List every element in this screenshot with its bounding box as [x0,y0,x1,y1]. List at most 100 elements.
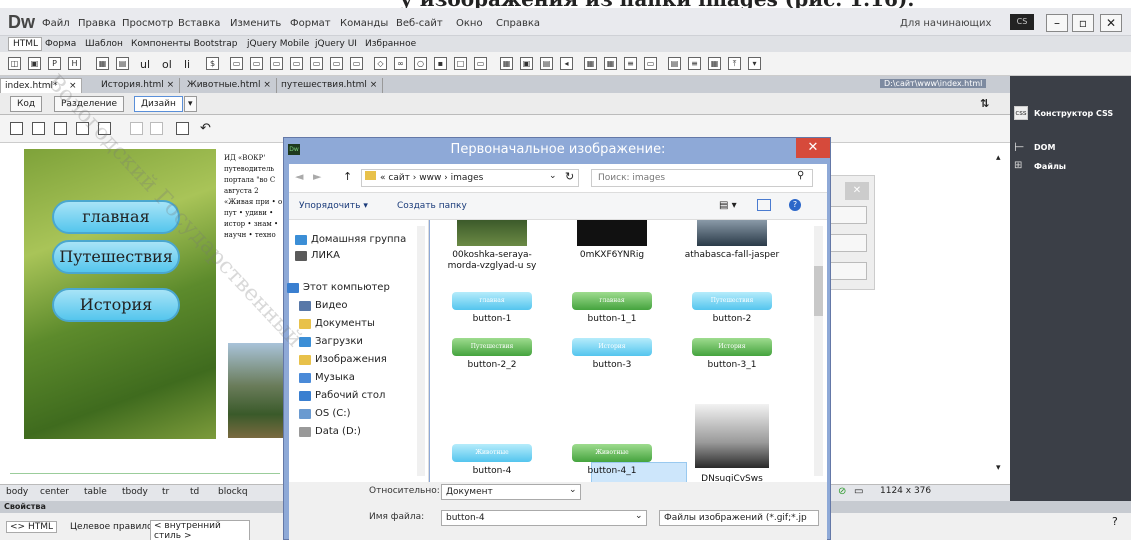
menu-format[interactable]: Формат [290,18,331,29]
panel-dom[interactable]: DOM [1034,143,1055,152]
nav-button-history[interactable]: История [52,288,180,322]
restore-icon[interactable]: ▫ [1072,14,1094,32]
nav-homegroup[interactable]: Домашняя группа [295,234,406,245]
insert-tab-favorites[interactable]: Избранное [362,39,419,49]
back-icon[interactable]: ◄ [295,170,303,183]
file-item[interactable]: 00koshka-seraya-morda-vzglyad-u sy [442,220,542,272]
nav-music[interactable]: Музыка [299,372,355,383]
tag-table[interactable]: table [84,487,107,497]
close-icon[interactable]: ✕ [1100,14,1122,32]
file-item[interactable]: Путешествия button-2 [682,292,782,325]
tag-td[interactable]: td [190,487,199,497]
filename-input[interactable]: button-4 [441,510,647,526]
file-item[interactable]: 0mKXF6YNRig [562,220,662,261]
help-icon[interactable]: ? [1112,515,1118,528]
file-item-selected[interactable]: Животные button-4 [442,444,542,477]
panel-files[interactable]: Файлы [1034,162,1066,171]
paragraph-insert-icon[interactable]: P [48,57,61,70]
nav-insert-icon[interactable]: ▭ [250,57,263,70]
template-insert-icon[interactable]: ≡ [624,57,637,70]
insert-tab-jquery-ui[interactable]: jQuery UI [312,39,360,49]
copy-icon[interactable] [150,122,163,135]
snippet-insert-icon[interactable]: ▭ [644,57,657,70]
insert-tab-template[interactable]: Шаблон [82,39,126,49]
tag-blockquote[interactable]: blockq [218,487,248,497]
flash-insert-icon[interactable]: ▪ [434,57,447,70]
tag-tr[interactable]: tr [162,487,169,497]
new-document-icon[interactable] [10,122,23,135]
tab-close-icon[interactable]: × [167,80,175,90]
scroll-up-icon[interactable]: ▴ [996,153,1001,163]
tag-tbody[interactable]: tbody [122,487,148,497]
dialog-close-icon[interactable]: ✕ [796,138,830,158]
tab-close-icon[interactable]: × [370,80,378,90]
article-insert-icon[interactable]: ▭ [310,57,323,70]
code-view-button[interactable]: Код [10,96,43,112]
upload-insert-icon[interactable]: ⤒ [728,57,741,70]
widget-insert-icon[interactable]: ▦ [584,57,597,70]
div-insert-icon[interactable]: ◫ [8,57,21,70]
bg-close-icon[interactable]: ✕ [845,182,869,200]
view-dropdown-icon[interactable]: ▾ [184,96,197,112]
nav-downloads[interactable]: Загрузки [299,336,363,347]
calendar-insert-icon[interactable]: ▦ [708,57,721,70]
file-item[interactable]: главная button-1_1 [562,292,662,325]
anchor-insert-icon[interactable]: $ [206,57,219,70]
menu-view[interactable]: Просмотр [122,18,173,29]
menu-edit[interactable]: Правка [78,18,116,29]
comment-insert-icon[interactable]: ○ [414,57,427,70]
menu-commands[interactable]: Команды [340,18,388,29]
library-insert-icon[interactable]: ▦ [604,57,617,70]
nav-user[interactable]: ЛИКА [295,250,340,261]
html-mode-button[interactable]: <> HTML [6,521,57,533]
file-item[interactable]: athabasca-fall-jasper [682,220,782,261]
scroll-down-icon[interactable]: ▾ [996,463,1001,473]
search-input[interactable]: Поиск: images [591,169,813,187]
header-insert-icon[interactable]: ▭ [230,57,243,70]
file-item[interactable]: DNsugiCvSws [682,404,782,485]
ul-insert-icon[interactable]: ul [140,58,150,71]
upload-icon[interactable] [54,122,67,135]
nav-documents[interactable]: Документы [299,318,375,329]
view-options-icon[interactable]: ▤ ▾ [719,200,737,211]
file-item[interactable]: главная button-1 [442,292,542,325]
date-insert-icon[interactable]: □ [454,57,467,70]
text-field-insert-icon[interactable]: ≡ [688,57,701,70]
files-icon[interactable]: ⊞ [1014,160,1022,171]
iframe-insert-icon[interactable]: ▭ [474,57,487,70]
help-icon[interactable]: ? [789,199,801,211]
file-item[interactable]: Животные button-4_1 [562,444,662,477]
main-insert-icon[interactable]: ▭ [270,57,283,70]
tab-close-icon[interactable]: × [263,80,271,90]
path-dropdown-icon[interactable]: ⌄ [549,171,557,181]
file-item[interactable]: Путешествия button-2_2 [442,338,542,371]
menu-window[interactable]: Окно [456,18,483,29]
cut-icon[interactable] [130,122,143,135]
image-insert-icon[interactable]: ▣ [28,57,41,70]
ol-insert-icon[interactable]: ol [162,58,172,71]
table-insert-icon[interactable]: ▦ [96,57,109,70]
path-breadcrumb[interactable]: « сайт › www › images [361,169,579,187]
bg-button[interactable] [827,262,867,280]
menu-site[interactable]: Веб-сайт [396,18,443,29]
file-scrollbar[interactable] [814,226,823,476]
nav-pictures[interactable]: Изображения [299,354,387,365]
target-rule-select[interactable]: < внутренний стиль > [150,520,250,540]
menu-insert[interactable]: Вставка [178,18,220,29]
design-view-button[interactable]: Дизайн [134,96,183,112]
forward-icon[interactable]: ► [313,170,321,183]
nav-button-travel[interactable]: Путешествия [52,240,180,274]
up-icon[interactable]: ↑ [343,170,352,183]
doc-tab-history[interactable]: История.html × [96,78,181,93]
chevron-down-icon[interactable]: ⌄ [569,485,577,495]
bg-button[interactable] [827,234,867,252]
dom-icon[interactable]: ⊢ [1014,140,1024,154]
paste-icon[interactable] [176,122,189,135]
menu-help[interactable]: Справка [496,18,540,29]
menu-modify[interactable]: Изменить [230,18,281,29]
heading-insert-icon[interactable]: H [68,57,81,70]
form-insert-icon[interactable]: ▤ [668,57,681,70]
file-item[interactable]: История button-3_1 [682,338,782,371]
insert-tab-jquery-mobile[interactable]: jQuery Mobile [244,39,312,49]
doc-tab-travel[interactable]: путешествия.html × [276,78,384,93]
